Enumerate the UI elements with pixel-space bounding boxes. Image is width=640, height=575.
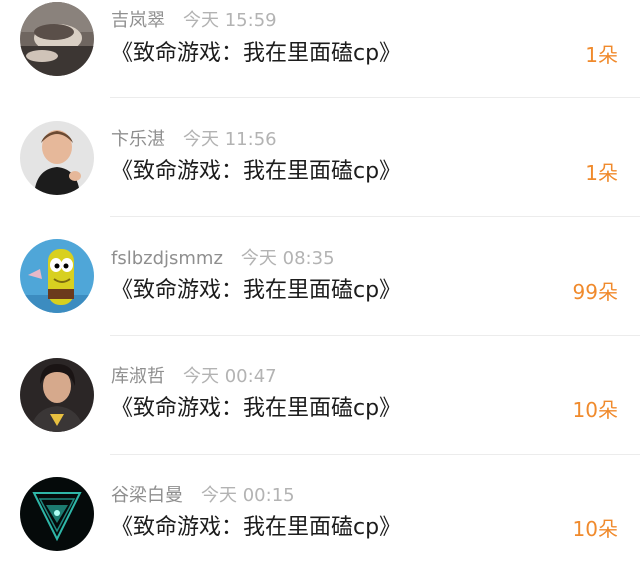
avatar[interactable] bbox=[20, 477, 94, 551]
name-line: fslbzdjsmmz 今天 08:35 bbox=[111, 248, 335, 270]
list-item[interactable]: 谷梁白曼 今天 00:15 《致命游戏：我在里面磕cp》 10朵 bbox=[0, 455, 640, 575]
timestamp: 今天 15:59 bbox=[183, 10, 277, 31]
gift-record-list: 吉岚翠 今天 15:59 《致命游戏：我在里面磕cp》 1朵 卞乐湛 今天 11:5… bbox=[0, 0, 640, 571]
avatar-photo-icon bbox=[20, 358, 94, 432]
username[interactable]: fslbzdjsmmz bbox=[111, 248, 223, 269]
avatar-cartoon-icon bbox=[20, 239, 94, 313]
gift-amount: 10朵 bbox=[572, 517, 618, 541]
book-title[interactable]: 《致命游戏：我在里面磕cp》 bbox=[111, 40, 401, 68]
avatar-photo-icon bbox=[20, 121, 94, 195]
book-title[interactable]: 《致命游戏：我在里面磕cp》 bbox=[111, 514, 401, 542]
avatar[interactable] bbox=[20, 121, 94, 195]
gift-amount: 99朵 bbox=[572, 280, 618, 304]
timestamp: 今天 11:56 bbox=[183, 129, 277, 150]
list-item[interactable]: 卞乐湛 今天 11:56 《致命游戏：我在里面磕cp》 1朵 bbox=[0, 98, 640, 217]
timestamp: 今天 00:15 bbox=[201, 485, 295, 506]
avatar[interactable] bbox=[20, 358, 94, 432]
book-title[interactable]: 《致命游戏：我在里面磕cp》 bbox=[111, 395, 401, 423]
avatar[interactable] bbox=[20, 2, 94, 76]
username[interactable]: 库淑哲 bbox=[111, 366, 165, 387]
username[interactable]: 谷梁白曼 bbox=[111, 485, 183, 506]
avatar-abstract-icon bbox=[20, 477, 94, 551]
gift-amount: 10朵 bbox=[572, 398, 618, 422]
timestamp: 今天 08:35 bbox=[240, 248, 335, 269]
gift-amount: 1朵 bbox=[585, 43, 618, 67]
username[interactable]: 吉岚翠 bbox=[111, 10, 165, 31]
list-item[interactable]: 吉岚翠 今天 15:59 《致命游戏：我在里面磕cp》 1朵 bbox=[0, 0, 640, 98]
username[interactable]: 卞乐湛 bbox=[111, 129, 165, 150]
avatar[interactable] bbox=[20, 239, 94, 313]
book-title[interactable]: 《致命游戏：我在里面磕cp》 bbox=[111, 277, 401, 305]
timestamp: 今天 00:47 bbox=[183, 366, 277, 387]
name-line: 谷梁白曼 今天 00:15 bbox=[111, 485, 295, 507]
book-title[interactable]: 《致命游戏：我在里面磕cp》 bbox=[111, 158, 401, 186]
gift-amount: 1朵 bbox=[585, 161, 618, 185]
name-line: 库淑哲 今天 00:47 bbox=[111, 366, 277, 388]
list-item[interactable]: fslbzdjsmmz 今天 08:35 《致命游戏：我在里面磕cp》 99朵 bbox=[0, 217, 640, 336]
list-item[interactable]: 库淑哲 今天 00:47 《致命游戏：我在里面磕cp》 10朵 bbox=[0, 336, 640, 455]
avatar-photo-icon bbox=[20, 2, 94, 76]
name-line: 吉岚翠 今天 15:59 bbox=[111, 10, 277, 32]
name-line: 卞乐湛 今天 11:56 bbox=[111, 129, 277, 151]
